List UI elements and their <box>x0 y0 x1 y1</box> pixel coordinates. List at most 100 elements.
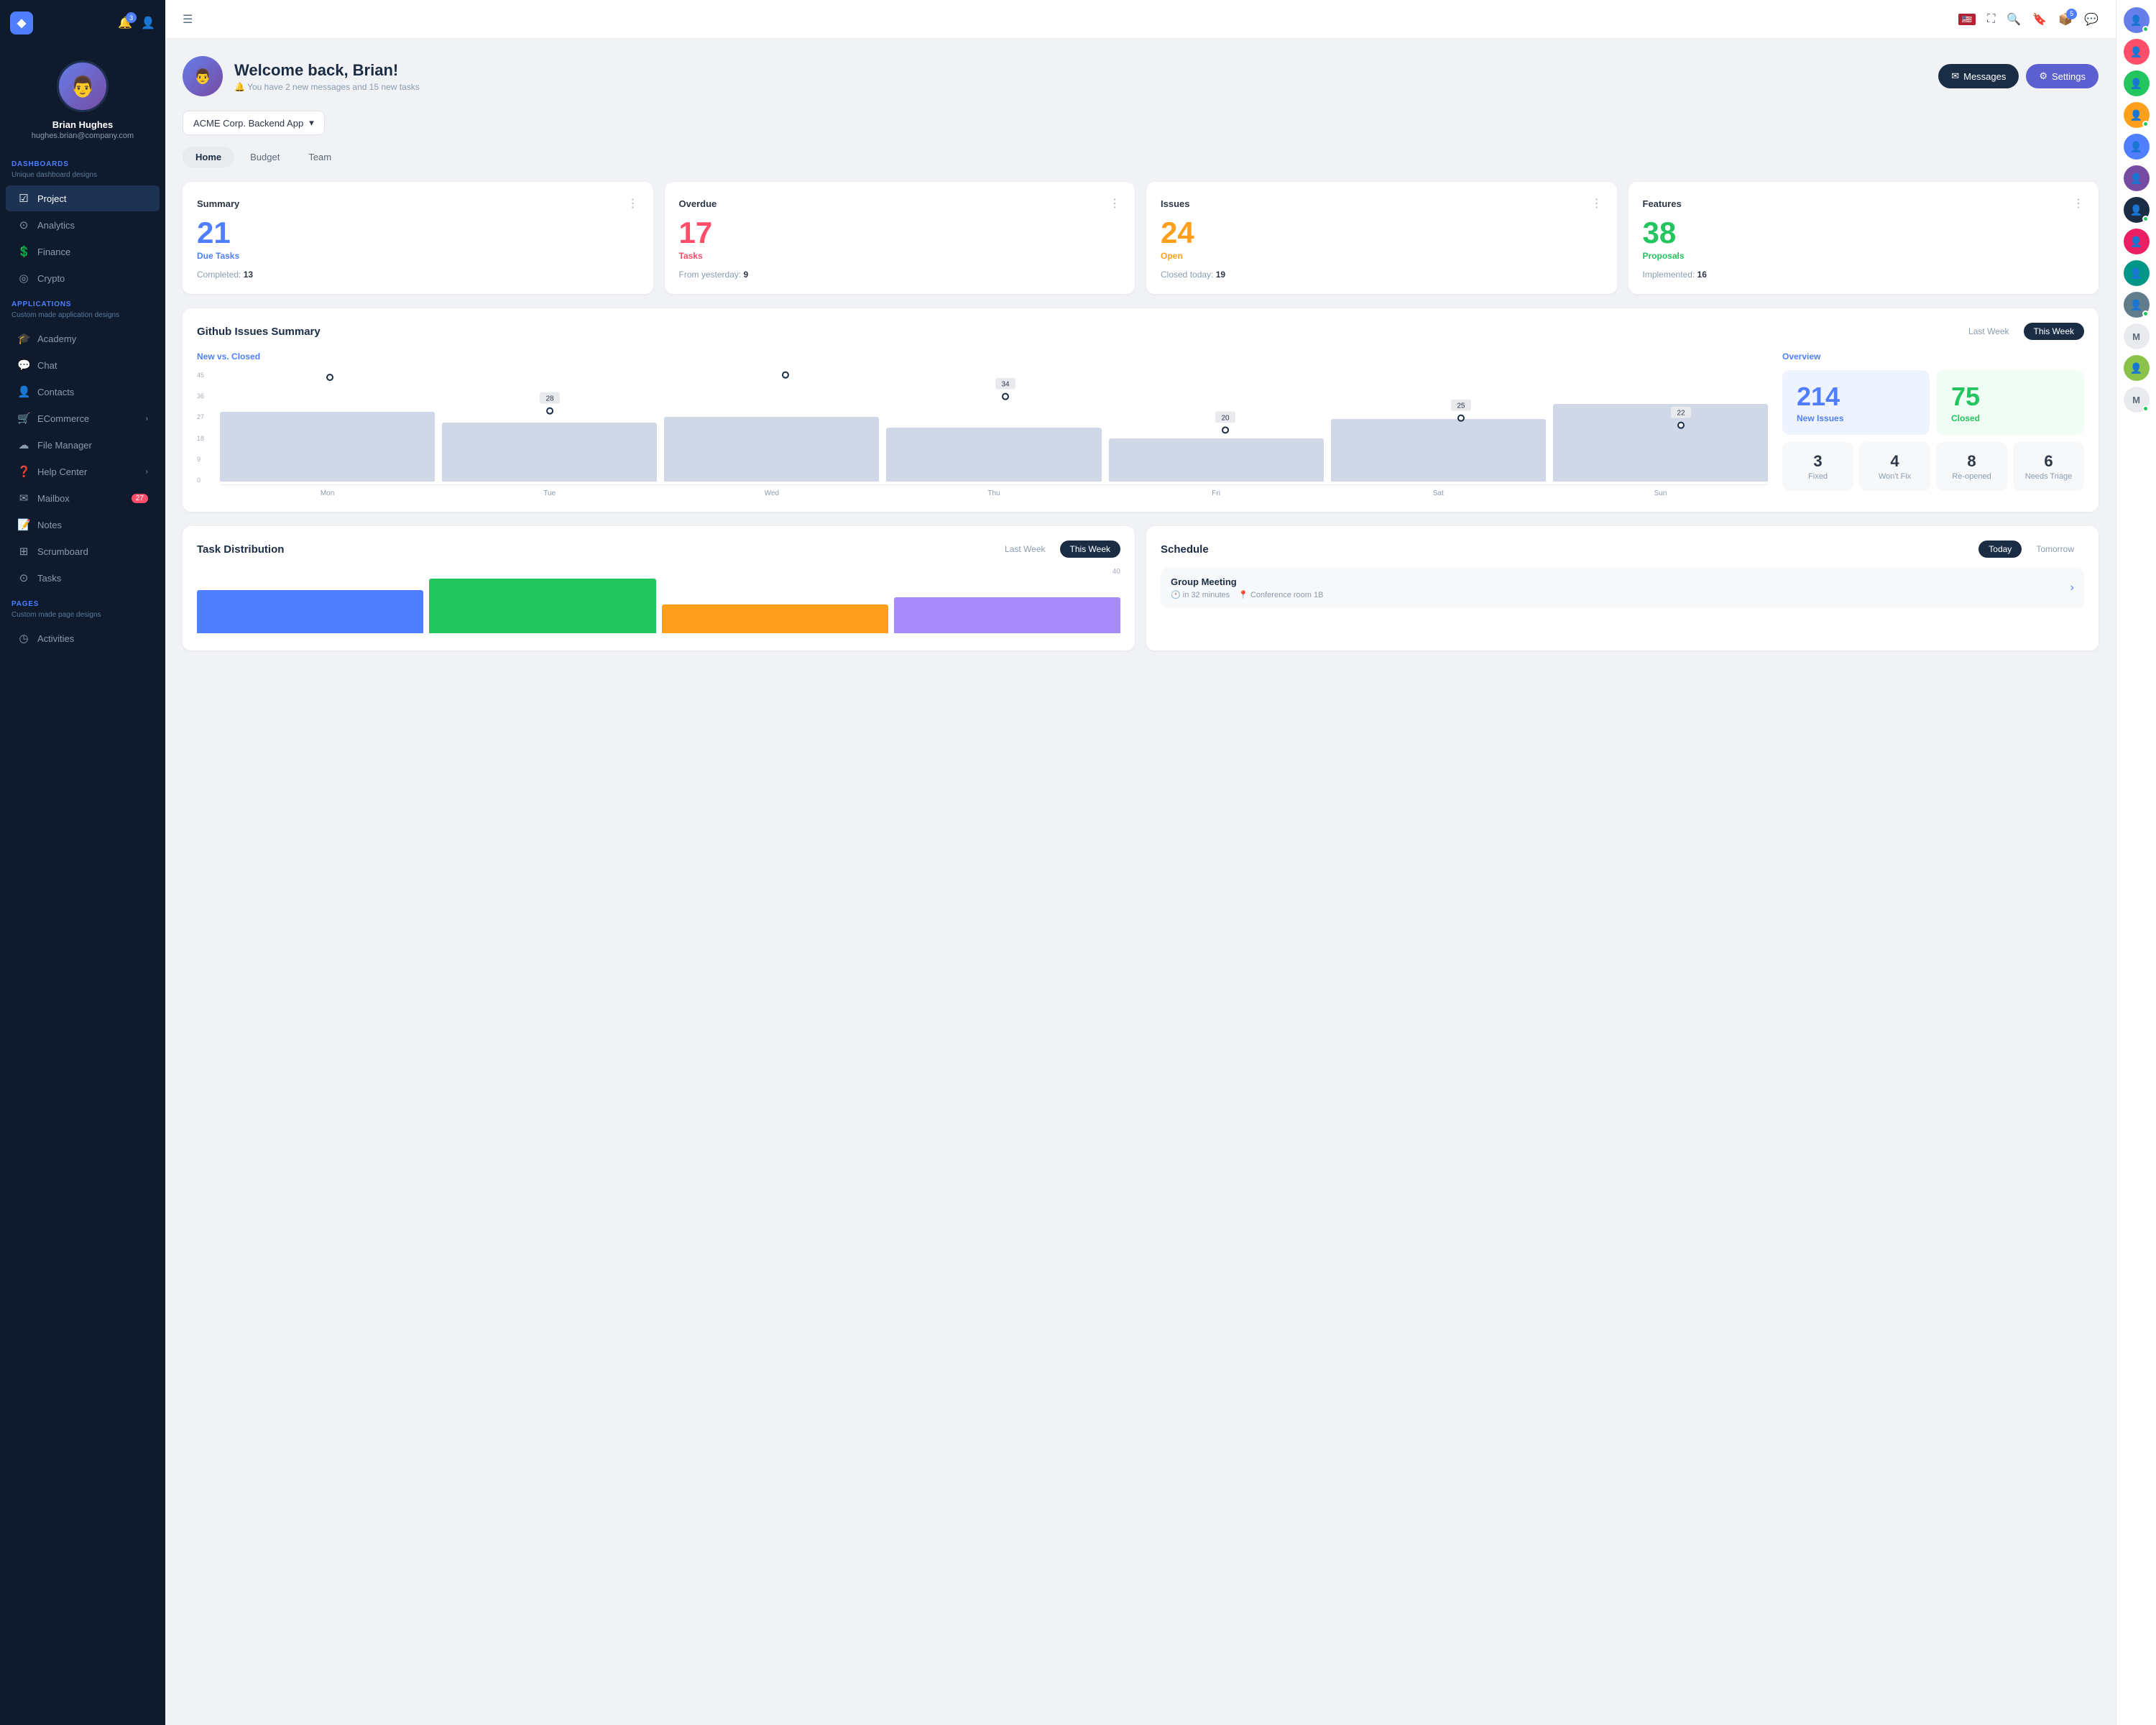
welcome-subtitle: 🔔 You have 2 new messages and 15 new tas… <box>234 82 420 92</box>
right-strip-avatar[interactable]: 👤 <box>2124 134 2150 160</box>
profile-section: 👨 Brian Hughes hughes.brian@company.com <box>0 46 165 152</box>
project-icon: ☑ <box>17 192 30 205</box>
right-strip-avatar[interactable]: 👤 <box>2124 102 2150 128</box>
right-strip-avatar[interactable]: 👤 <box>2124 260 2150 286</box>
right-strip-avatar[interactable]: 👤 <box>2124 355 2150 381</box>
sidebar-item-tasks[interactable]: ⊙Tasks <box>6 565 160 591</box>
right-strip-avatar[interactable]: 👤 <box>2124 229 2150 254</box>
summary-cards: Summary ⋮ 21 Due Tasks Completed: 13 Ove… <box>183 182 2099 294</box>
card-label: Due Tasks <box>197 251 639 261</box>
sidebar-item-ecommerce[interactable]: 🛒ECommerce› <box>6 405 160 431</box>
schedule-title: Schedule <box>1161 543 1209 556</box>
stat-label: Fixed <box>1789 472 1846 481</box>
sidebar: ◆ 🔔 3 👤 👨 Brian Hughes hughes.brian@comp… <box>0 0 165 1725</box>
card-menu-icon[interactable]: ⋮ <box>1591 196 1603 211</box>
sidebar-item-notes[interactable]: 📝Notes <box>6 512 160 538</box>
sidebar-item-contacts[interactable]: 👤Contacts <box>6 379 160 405</box>
card-menu-icon[interactable]: ⋮ <box>627 196 639 211</box>
sidebar-section-sub: Unique dashboard designs <box>0 171 165 185</box>
chart-x-label: Sun <box>1553 489 1768 497</box>
sidebar-top: ◆ 🔔 3 👤 <box>0 0 165 46</box>
avatar[interactable]: 👨 <box>57 60 109 112</box>
overview-subtitle: Overview <box>1782 351 2084 362</box>
last-week-toggle[interactable]: Last Week <box>1958 323 2019 340</box>
bar-group <box>886 428 1101 482</box>
chat-icon[interactable]: 💬 <box>2084 12 2099 27</box>
task-distribution-section: Task Distribution Last Week This Week 40 <box>183 526 1135 650</box>
card-menu-icon[interactable]: ⋮ <box>2073 196 2084 211</box>
right-strip-avatar[interactable]: M <box>2124 323 2150 349</box>
today-toggle[interactable]: Today <box>1978 540 2022 558</box>
stat-label: Needs Triage <box>2020 472 2077 481</box>
app-logo[interactable]: ◆ <box>10 12 33 34</box>
sidebar-item-finance[interactable]: 💲Finance <box>6 239 160 264</box>
notification-icon[interactable]: 🔔 3 <box>118 16 132 30</box>
sidebar-item-analytics[interactable]: ⊙Analytics <box>6 212 160 238</box>
sidebar-item-academy[interactable]: 🎓Academy <box>6 326 160 351</box>
this-week-toggle[interactable]: This Week <box>2024 323 2084 340</box>
sidebar-section-label: PAGES <box>0 592 165 611</box>
tab-team[interactable]: Team <box>295 147 344 167</box>
search-icon[interactable]: 🔍 <box>2007 12 2021 27</box>
topbar: ☰ 🇺🇸 ⛶ 🔍 🔖 📦 5 💬 <box>165 0 2116 39</box>
welcome-left: 👨 Welcome back, Brian! 🔔 You have 2 new … <box>183 56 420 96</box>
new-issues-number: 214 <box>1797 382 1915 412</box>
gear-icon: ⚙ <box>2039 70 2047 82</box>
chart-x-label: Tue <box>442 489 657 497</box>
tab-budget[interactable]: Budget <box>237 147 292 167</box>
bar-group <box>1553 404 1768 482</box>
sidebar-item-chat[interactable]: 💬Chat <box>6 352 160 378</box>
project-selector[interactable]: ACME Corp. Backend App ▾ <box>183 111 325 135</box>
right-strip-avatar[interactable]: 👤 <box>2124 292 2150 318</box>
messages-icon: ✉ <box>1951 70 1959 82</box>
user-circle-icon[interactable]: 👤 <box>141 16 155 30</box>
sidebar-item-label: Finance <box>37 247 70 257</box>
right-strip-avatar[interactable]: 👤 <box>2124 70 2150 96</box>
sidebar-item-crypto[interactable]: ◎ Crypto <box>6 265 160 291</box>
sidebar-item-filemanager[interactable]: ☁File Manager <box>6 432 160 458</box>
sidebar-item-project[interactable]: ☑Project <box>6 185 160 211</box>
chevron-right-icon[interactable]: › <box>2070 581 2074 594</box>
right-strip-avatar[interactable]: 👤 <box>2124 7 2150 33</box>
sidebar-item-label: Contacts <box>37 387 74 397</box>
tab-home[interactable]: Home <box>183 147 234 167</box>
settings-button[interactable]: ⚙ Settings <box>2026 64 2099 88</box>
card-number: 17 <box>679 218 1121 248</box>
stat-card: 3Fixed <box>1782 442 1853 491</box>
schedule-time: 🕐 in 32 minutes <box>1171 590 1230 599</box>
right-strip-avatar[interactable]: M <box>2124 387 2150 413</box>
main-area: ☰ 🇺🇸 ⛶ 🔍 🔖 📦 5 💬 👨 Welcome back, Brian! … <box>165 0 2116 1725</box>
fullscreen-icon[interactable]: ⛶ <box>1987 13 1995 26</box>
hamburger-icon[interactable]: ☰ <box>183 12 193 27</box>
flag-icon[interactable]: 🇺🇸 <box>1958 14 1976 25</box>
cart-icon[interactable]: 📦 5 <box>2058 12 2073 27</box>
sidebar-item-mailbox[interactable]: ✉Mailbox27 <box>6 485 160 511</box>
stat-card: 8Re-opened <box>1936 442 2007 491</box>
chart-x-label: Mon <box>220 489 435 497</box>
sidebar-item-scrumboard[interactable]: ⊞Scrumboard <box>6 538 160 564</box>
chevron-right-icon: › <box>146 468 148 476</box>
card-menu-icon[interactable]: ⋮ <box>1109 196 1120 211</box>
right-strip-avatar[interactable]: 👤 <box>2124 197 2150 223</box>
topbar-left: ☰ <box>183 12 1947 27</box>
schedule-item: Group Meeting 🕐 in 32 minutes 📍 Conferen… <box>1161 568 2084 608</box>
tomorrow-toggle[interactable]: Tomorrow <box>2026 540 2084 558</box>
sidebar-item-helpcenter[interactable]: ❓Help Center› <box>6 459 160 484</box>
right-strip-avatar[interactable]: 👤 <box>2124 165 2150 191</box>
sidebar-item-activities[interactable]: ◷Activities <box>6 625 160 651</box>
bookmark-icon[interactable]: 🔖 <box>2032 12 2047 27</box>
task-last-week-toggle[interactable]: Last Week <box>995 540 1055 558</box>
bar-group <box>442 423 657 482</box>
messages-button[interactable]: ✉ Messages <box>1938 64 2019 88</box>
card-number: 38 <box>1643 218 2085 248</box>
sidebar-item-label: Crypto <box>37 273 65 284</box>
stat-label: Won't Fix <box>1866 472 1923 481</box>
chart-subtitle: New vs. Closed <box>197 351 1768 362</box>
card-label: Tasks <box>679 251 1121 261</box>
schedule-item-info: Group Meeting 🕐 in 32 minutes 📍 Conferen… <box>1171 576 1323 599</box>
right-strip-avatar[interactable]: 👤 <box>2124 39 2150 65</box>
chevron-right-icon: › <box>146 415 148 423</box>
crypto-icon: ◎ <box>17 272 30 285</box>
cart-badge: 5 <box>2066 9 2077 19</box>
task-this-week-toggle[interactable]: This Week <box>1060 540 1120 558</box>
